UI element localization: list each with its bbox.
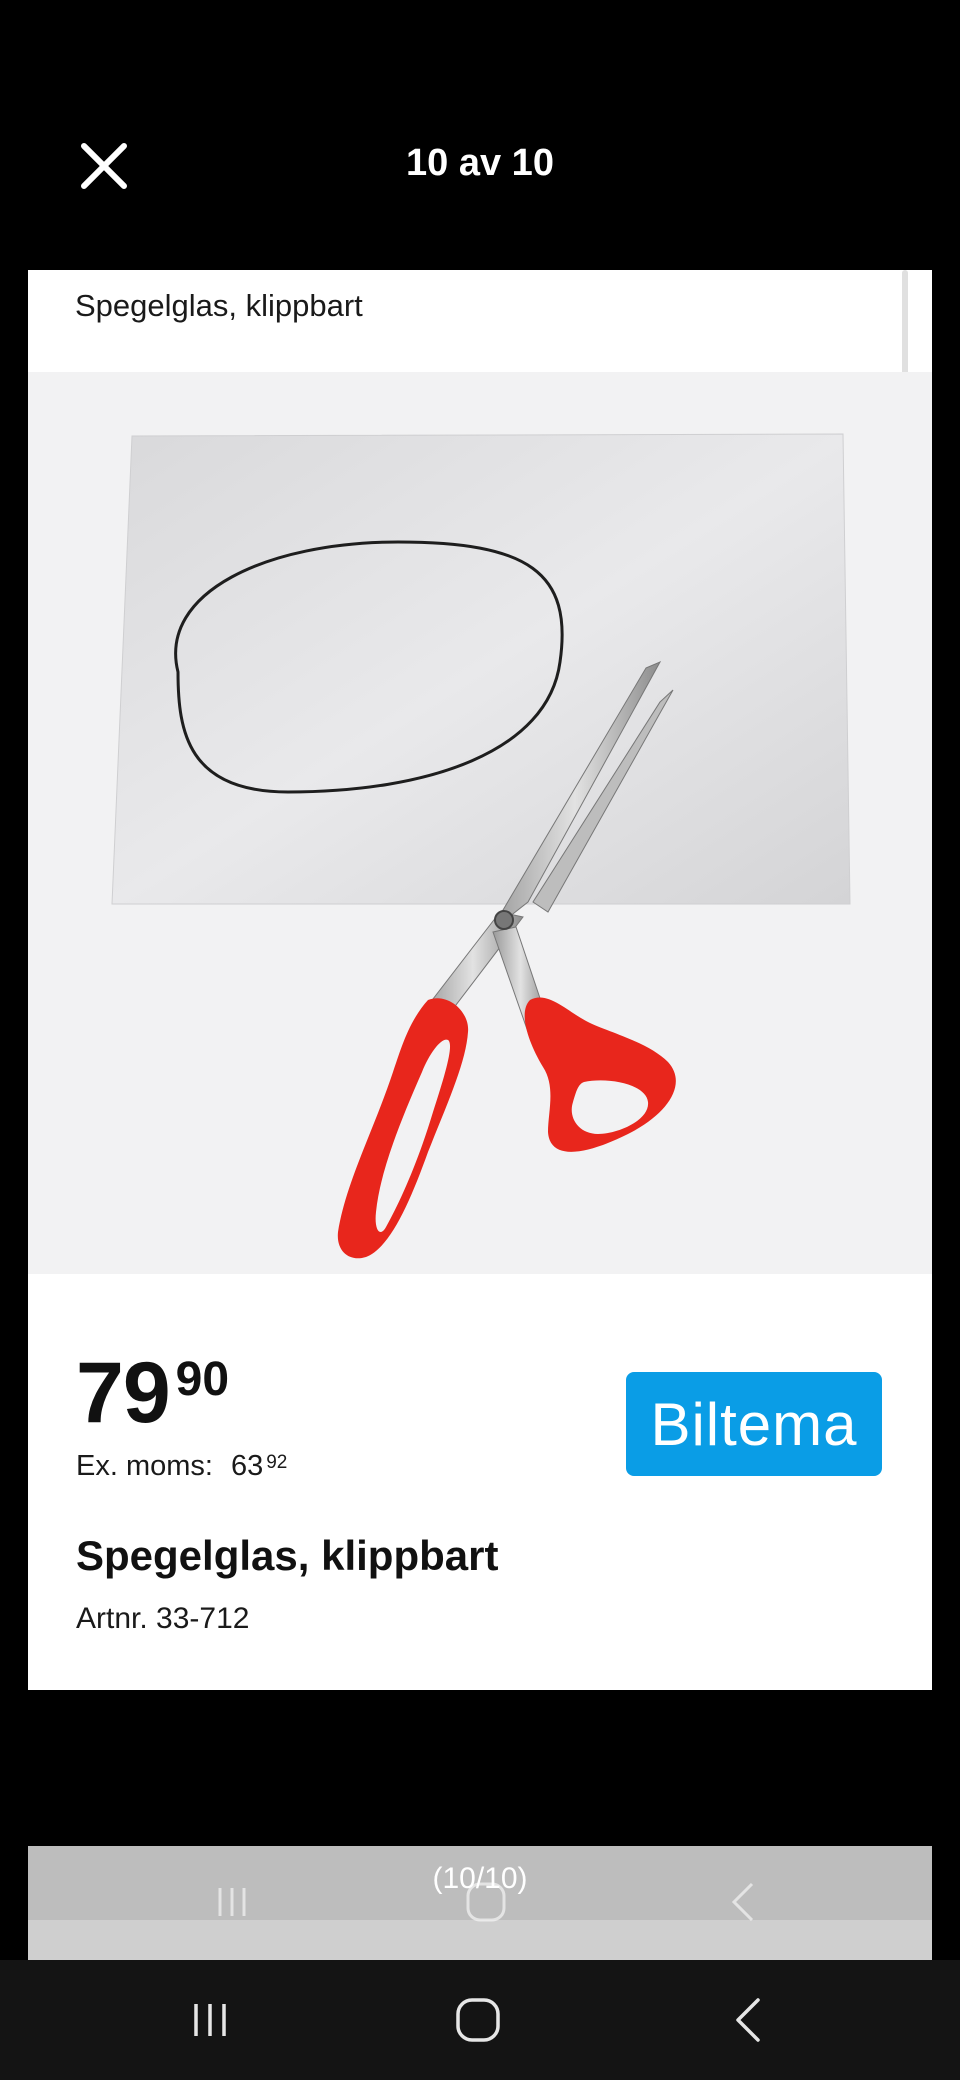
next-slide-peek[interactable]: (10/10) bbox=[28, 1846, 932, 1960]
viewer-top-bar: 10 av 10 bbox=[0, 0, 960, 270]
back-button[interactable] bbox=[688, 1960, 808, 2080]
article-number: Artnr. 33-712 bbox=[76, 1602, 250, 1635]
recents-button[interactable] bbox=[150, 1960, 270, 2080]
product-name: Spegelglas, klippbart bbox=[76, 1532, 499, 1579]
ex-vat-integer: 63 bbox=[230, 1450, 264, 1482]
ghost-back-icon bbox=[731, 1882, 754, 1922]
mirror-sheet-with-scissors-illustration bbox=[111, 433, 851, 1259]
ex-vat-decimal: 92 bbox=[266, 1452, 288, 1473]
peek-strip bbox=[28, 1920, 932, 1960]
price: 79 90 bbox=[76, 1350, 229, 1436]
image-counter: 10 av 10 bbox=[406, 142, 554, 184]
home-icon bbox=[456, 1998, 500, 2042]
recents-icon bbox=[194, 2004, 226, 2036]
price-decimal: 90 bbox=[175, 1353, 230, 1406]
system-navigation-bar bbox=[0, 1960, 960, 2080]
home-button[interactable] bbox=[418, 1960, 538, 2080]
price-integer: 79 bbox=[76, 1345, 171, 1441]
card-header-title: Spegelglas, klippbart bbox=[75, 288, 363, 323]
product-card: Spegelglas, klippbart 79 90 Ex. moms: 63… bbox=[28, 270, 932, 1690]
price-ex-vat: Ex. moms: 63 92 bbox=[76, 1450, 287, 1483]
product-image[interactable] bbox=[28, 372, 932, 1274]
brand-logo: Biltema bbox=[626, 1372, 882, 1476]
ghost-home-icon bbox=[466, 1882, 506, 1922]
ghost-recents-icon bbox=[218, 1888, 246, 1916]
back-icon bbox=[736, 1998, 760, 2042]
ex-vat-label: Ex. moms: bbox=[76, 1450, 213, 1482]
